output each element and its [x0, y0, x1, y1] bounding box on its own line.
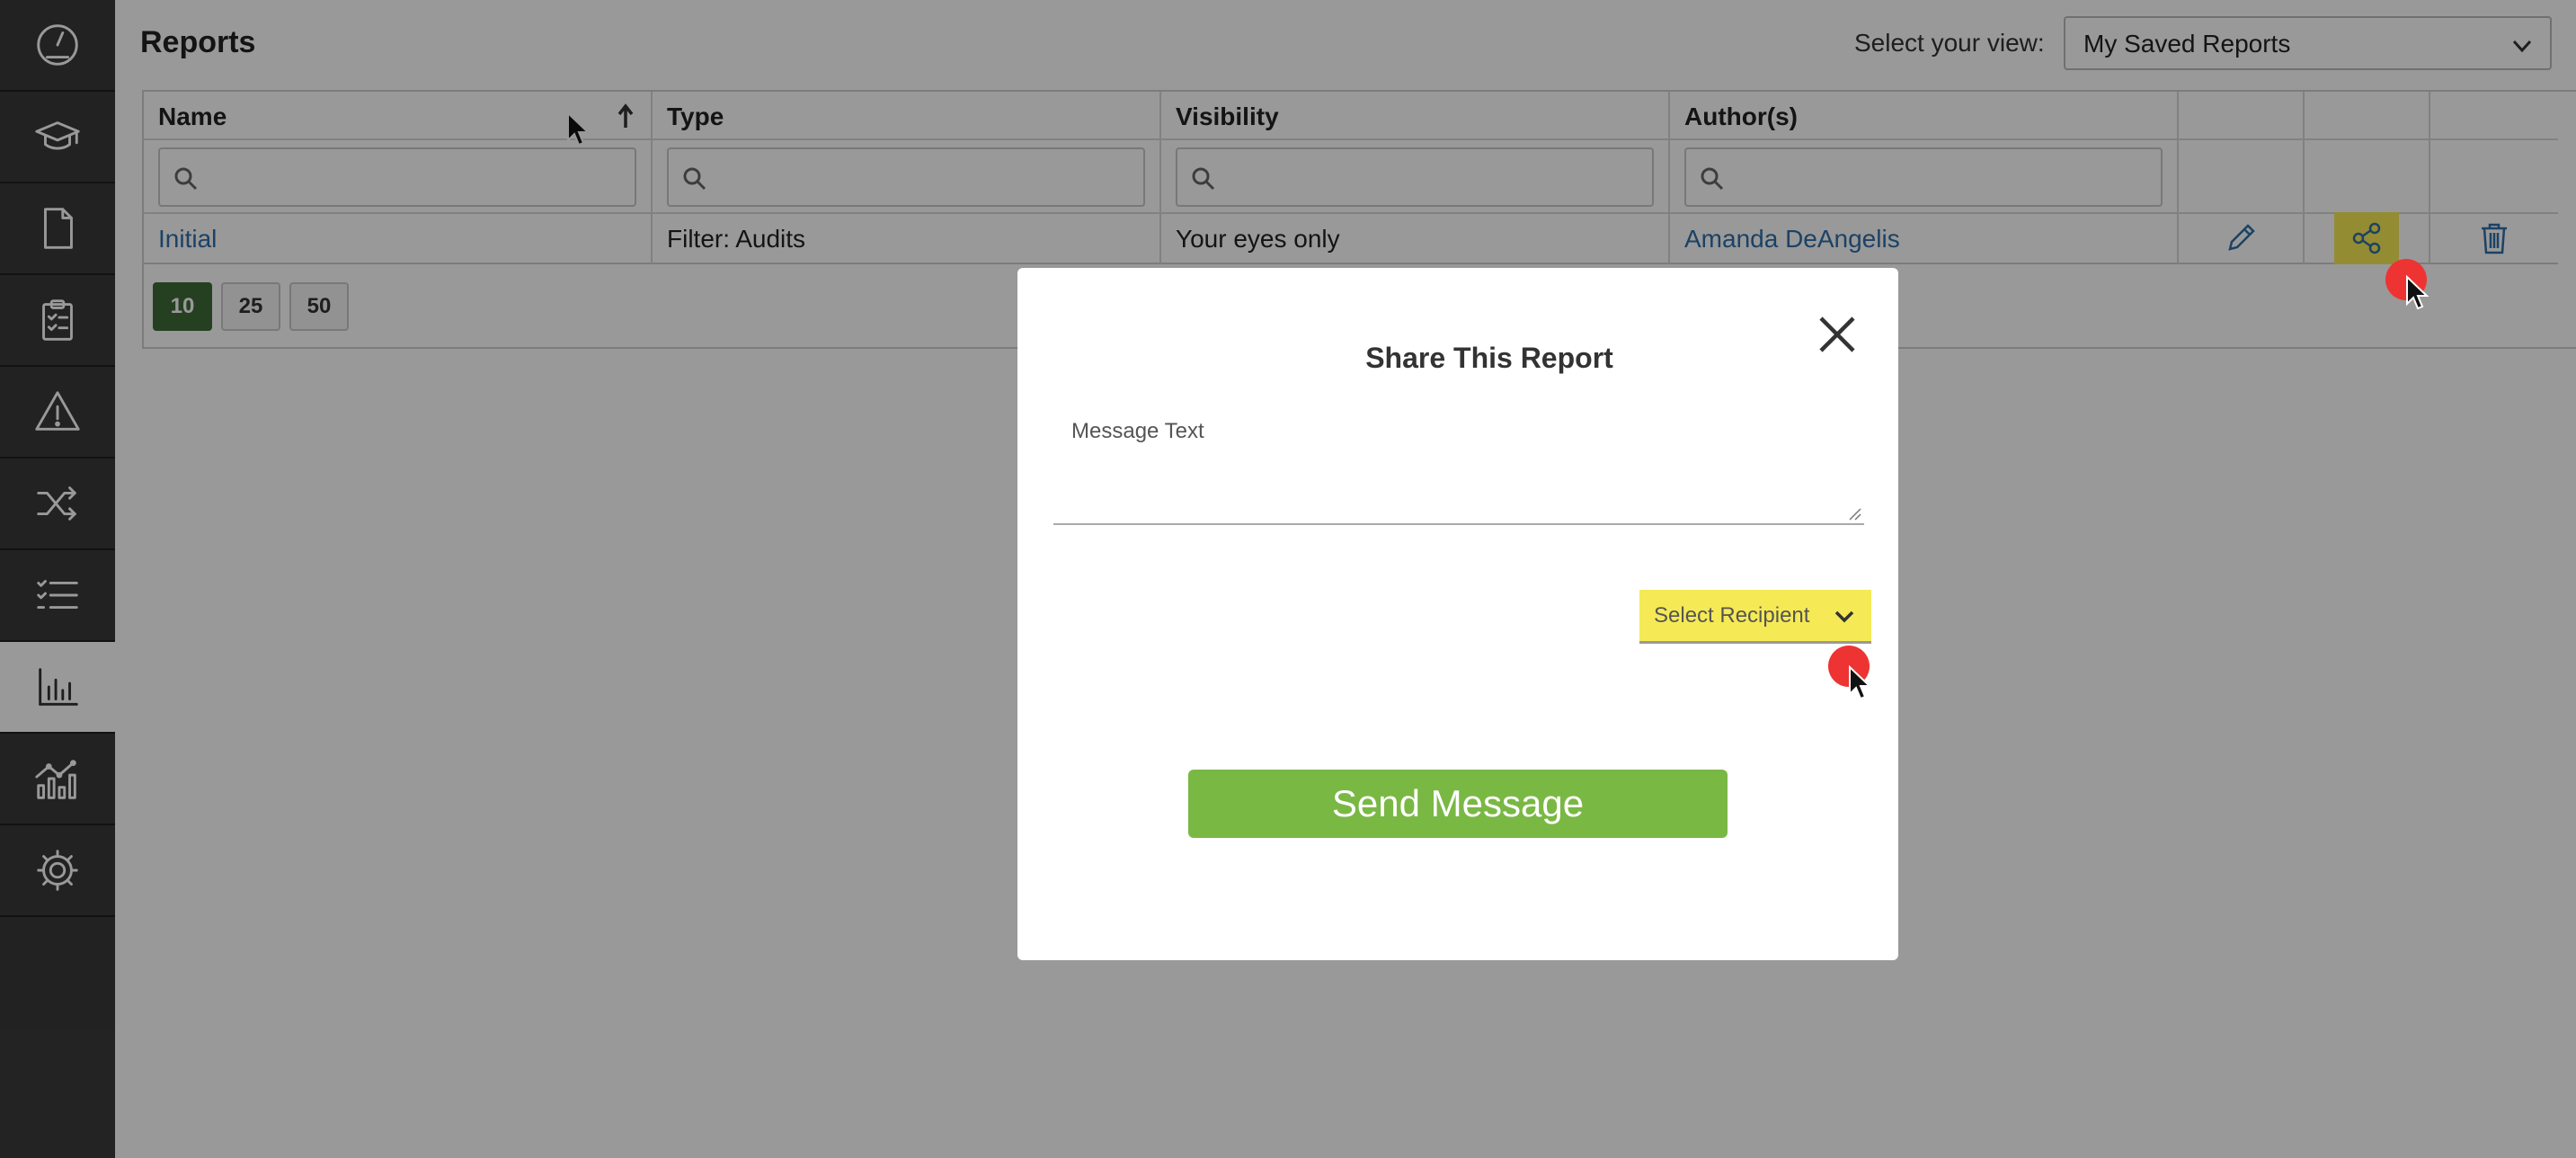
message-text-label: Message Text — [1071, 419, 1204, 443]
resize-handle-icon[interactable] — [1848, 507, 1862, 521]
chevron-down-icon — [1834, 610, 1854, 623]
send-message-button[interactable]: Send Message — [1188, 770, 1728, 838]
mouse-cursor-icon — [1849, 665, 1872, 700]
mouse-cursor-icon — [2406, 275, 2429, 310]
recipient-placeholder: Select Recipient — [1654, 603, 1810, 628]
close-icon[interactable] — [1816, 313, 1859, 356]
share-report-dialog: Share This Report Message Text Select Re… — [1017, 268, 1898, 960]
select-recipient-dropdown[interactable]: Select Recipient — [1639, 590, 1871, 644]
